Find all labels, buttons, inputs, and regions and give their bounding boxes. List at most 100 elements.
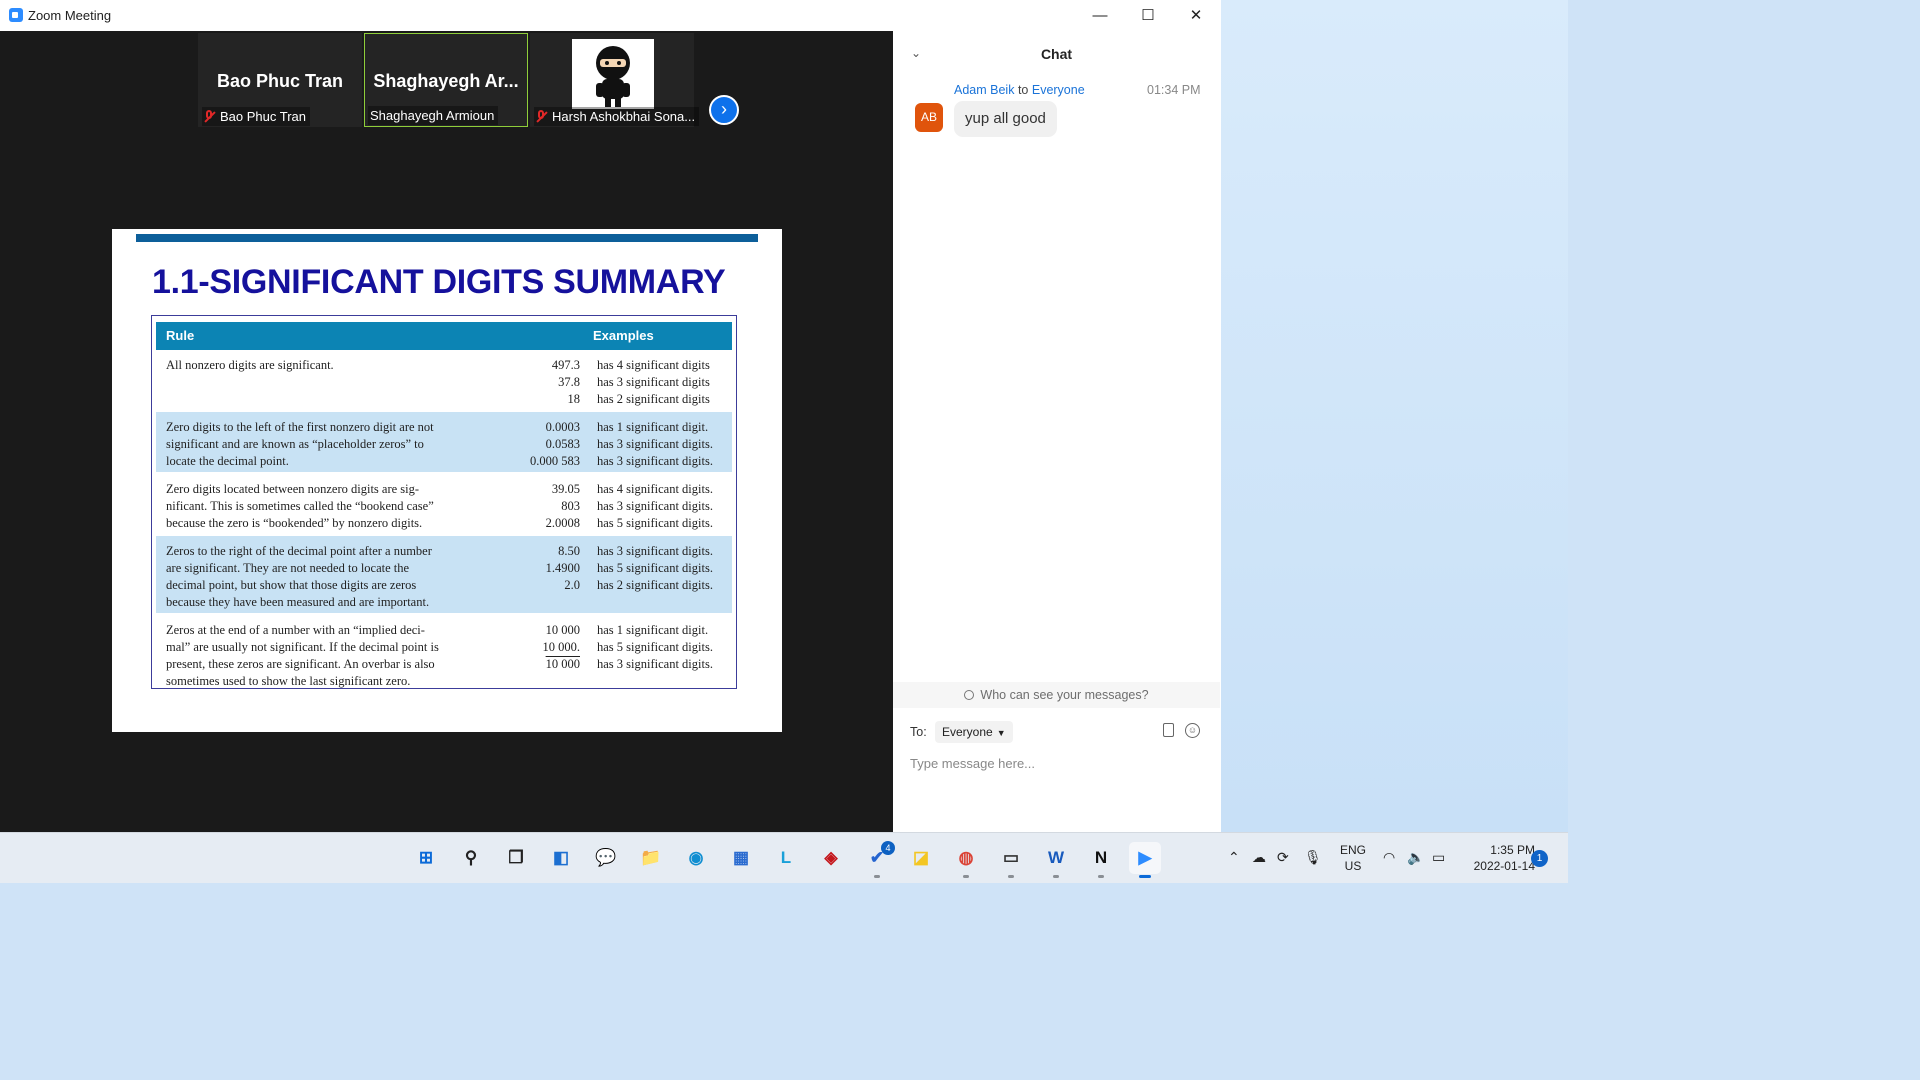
chevron-up-icon[interactable]: ⌃ xyxy=(1228,849,1240,866)
next-participants-button[interactable]: › xyxy=(709,95,739,125)
table-header: Rule Examples xyxy=(156,322,732,350)
header-examples: Examples xyxy=(593,328,654,343)
header-rule: Rule xyxy=(166,328,195,343)
running-indicator xyxy=(1053,875,1059,878)
example-descriptions: has 1 significant digit. has 5 significan… xyxy=(597,623,713,671)
desktop-background xyxy=(1221,0,1568,832)
chat-header: Chat ⌄ xyxy=(893,31,1220,77)
participant-name-label: Harsh Ashokbhai Sona... xyxy=(534,107,700,126)
example-descriptions: has 4 significant digits. has 3 significa… xyxy=(597,482,713,530)
ninja-avatar xyxy=(572,39,654,109)
rule-text: Zero digits located between nonzero digi… xyxy=(166,482,434,530)
participant-tile[interactable]: Bao Phuc Tran Bao Phuc Tran xyxy=(198,33,362,127)
example-numbers: 8.50 1.4900 2.0 xyxy=(545,544,580,592)
system-clock[interactable]: 1:35 PM 2022-01-14 xyxy=(1455,842,1535,874)
table-row: Zeros at the end of a number with an “im… xyxy=(156,615,732,688)
chat-panel: Chat ⌄ AB Adam Beik to Everyone 01:34 PM… xyxy=(893,31,1220,832)
volume-icon[interactable]: 🔈 xyxy=(1407,849,1424,866)
participant-tile[interactable]: Harsh Ashokbhai Sona... xyxy=(530,33,700,127)
teams-chat-icon[interactable]: 💬 xyxy=(590,842,622,874)
notion-icon[interactable]: N xyxy=(1085,842,1117,874)
example-numbers: 497.3 37.8 18 xyxy=(551,358,580,406)
close-button[interactable]: ✕ xyxy=(1172,0,1220,31)
to-label: To: xyxy=(910,725,927,739)
participant-tile-active-speaker[interactable]: Shaghayegh Ar... Shaghayegh Armioun xyxy=(364,33,528,127)
search-icon[interactable]: ⚲ xyxy=(455,842,487,874)
chevron-down-icon[interactable]: ⌄ xyxy=(911,46,921,60)
message-time: 01:34 PM xyxy=(1147,83,1201,97)
chat-title: Chat xyxy=(1040,46,1073,62)
notification-badge[interactable]: 1 xyxy=(1531,850,1548,867)
example-numbers: 39.05 803 2.0008 xyxy=(545,482,580,530)
message-recipient[interactable]: Everyone xyxy=(1032,83,1085,97)
edge-icon[interactable]: ◉ xyxy=(680,842,712,874)
minimize-button[interactable]: — xyxy=(1076,0,1124,31)
file-explorer-icon[interactable]: 📁 xyxy=(635,842,667,874)
message-meta: Adam Beik to Everyone xyxy=(954,83,1085,97)
sticky-notes-icon[interactable]: ◪ xyxy=(905,842,937,874)
emoji-icon[interactable]: ☺ xyxy=(1185,723,1200,738)
zoom-icon[interactable]: ▶ xyxy=(1129,842,1161,874)
message-input[interactable] xyxy=(910,752,1200,774)
mcafee-icon[interactable]: ◈ xyxy=(815,842,847,874)
participant-display-name: Bao Phuc Tran xyxy=(216,71,344,91)
l-app-icon[interactable]: L xyxy=(770,842,802,874)
example-descriptions: has 4 significant digits has 3 significan… xyxy=(597,358,710,406)
title-bar: Zoom Meeting — ☐ ✕ xyxy=(0,0,1221,31)
running-indicator xyxy=(1139,875,1151,878)
chrome-icon[interactable]: ◍ xyxy=(950,842,982,874)
language-indicator[interactable]: ENG US xyxy=(1335,842,1371,874)
running-indicator xyxy=(1008,875,1014,878)
sync-icon[interactable]: ⟳ xyxy=(1277,849,1289,866)
table-row: Zeros to the right of the decimal point … xyxy=(156,536,732,613)
example-descriptions: has 3 significant digits. has 5 significa… xyxy=(597,544,713,592)
zoom-logo-icon xyxy=(9,8,23,22)
participant-name-label: Bao Phuc Tran xyxy=(202,107,310,126)
mic-muted-icon xyxy=(536,110,546,123)
example-numbers: 0.0003 0.0583 0.000 583 xyxy=(530,420,580,468)
chevron-down-icon: ▼ xyxy=(996,728,1006,738)
store-icon[interactable]: ▦ xyxy=(725,842,757,874)
slide-header-bar xyxy=(136,234,758,242)
who-can-see-messages[interactable]: Who can see your messages? xyxy=(893,682,1220,708)
wifi-icon[interactable]: ◠ xyxy=(1383,849,1395,866)
rule-text: Zero digits to the left of the first non… xyxy=(166,420,434,468)
mic-muted-icon xyxy=(204,110,214,123)
window-title: Zoom Meeting xyxy=(28,8,112,23)
zoom-window: Zoom Meeting — ☐ ✕ Bao Phuc Tran Bao Phu… xyxy=(0,0,1222,832)
avatar: AB xyxy=(915,103,943,132)
word-icon[interactable]: W xyxy=(1040,842,1072,874)
recipient-dropdown[interactable]: Everyone ▼ xyxy=(935,721,1013,743)
app-badge: 4 xyxy=(881,841,895,855)
message-bubble: yup all good xyxy=(954,101,1057,137)
message-sender[interactable]: Adam Beik xyxy=(954,83,1014,97)
widgets-icon[interactable]: ◧ xyxy=(545,842,577,874)
rule-text: All nonzero digits are significant. xyxy=(166,358,334,372)
participant-display-name: Shaghayegh Ar... xyxy=(373,71,519,91)
rule-text: Zeros to the right of the decimal point … xyxy=(166,544,432,609)
file-icon[interactable] xyxy=(1163,723,1174,737)
table-row: Zero digits to the left of the first non… xyxy=(156,412,732,472)
example-descriptions: has 1 significant digit. has 3 significan… xyxy=(597,420,713,468)
microphone-icon[interactable]: 🎙 xyxy=(1304,849,1322,866)
running-indicator xyxy=(963,875,969,878)
maximize-button[interactable]: ☐ xyxy=(1124,0,1172,31)
windows-start-icon[interactable]: ⊞ xyxy=(410,842,442,874)
terminal-icon[interactable]: ▭ xyxy=(995,842,1027,874)
message-to-word: to xyxy=(1017,83,1029,97)
running-indicator xyxy=(1098,875,1104,878)
running-indicator xyxy=(874,875,880,878)
table-row: All nonzero digits are significant. 497.… xyxy=(156,350,732,412)
rule-text: Zeros at the end of a number with an “im… xyxy=(166,623,439,688)
task-view-icon[interactable]: ❐ xyxy=(500,842,532,874)
taskbar: ⌃ ☁ ⟳ 🎙 ◠ 🔈 ▭ ⊞ ⚲ ❐ ◧ 💬 📁 ◉ ▦ L ◈ ✔ 4 ◪ ◍ ▭ W N ▶ xyxy=(0,832,1568,883)
onedrive-icon[interactable]: ☁ xyxy=(1252,849,1266,866)
person-lock-icon xyxy=(964,690,975,700)
participant-name-label: Shaghayegh Armioun xyxy=(368,106,499,125)
table-row: Zero digits located between nonzero digi… xyxy=(156,474,732,534)
significant-digits-table: Rule Examples All nonzero digits are sig… xyxy=(151,315,737,689)
meeting-area: Bao Phuc Tran Bao Phuc Tran Shaghayegh A… xyxy=(0,31,893,832)
example-numbers: 10 000 10 000. 10 000 xyxy=(542,623,581,671)
slide-title: 1.1-SIGNIFICANT DIGITS SUMMARY xyxy=(152,263,726,301)
battery-icon[interactable]: ▭ xyxy=(1432,849,1445,866)
